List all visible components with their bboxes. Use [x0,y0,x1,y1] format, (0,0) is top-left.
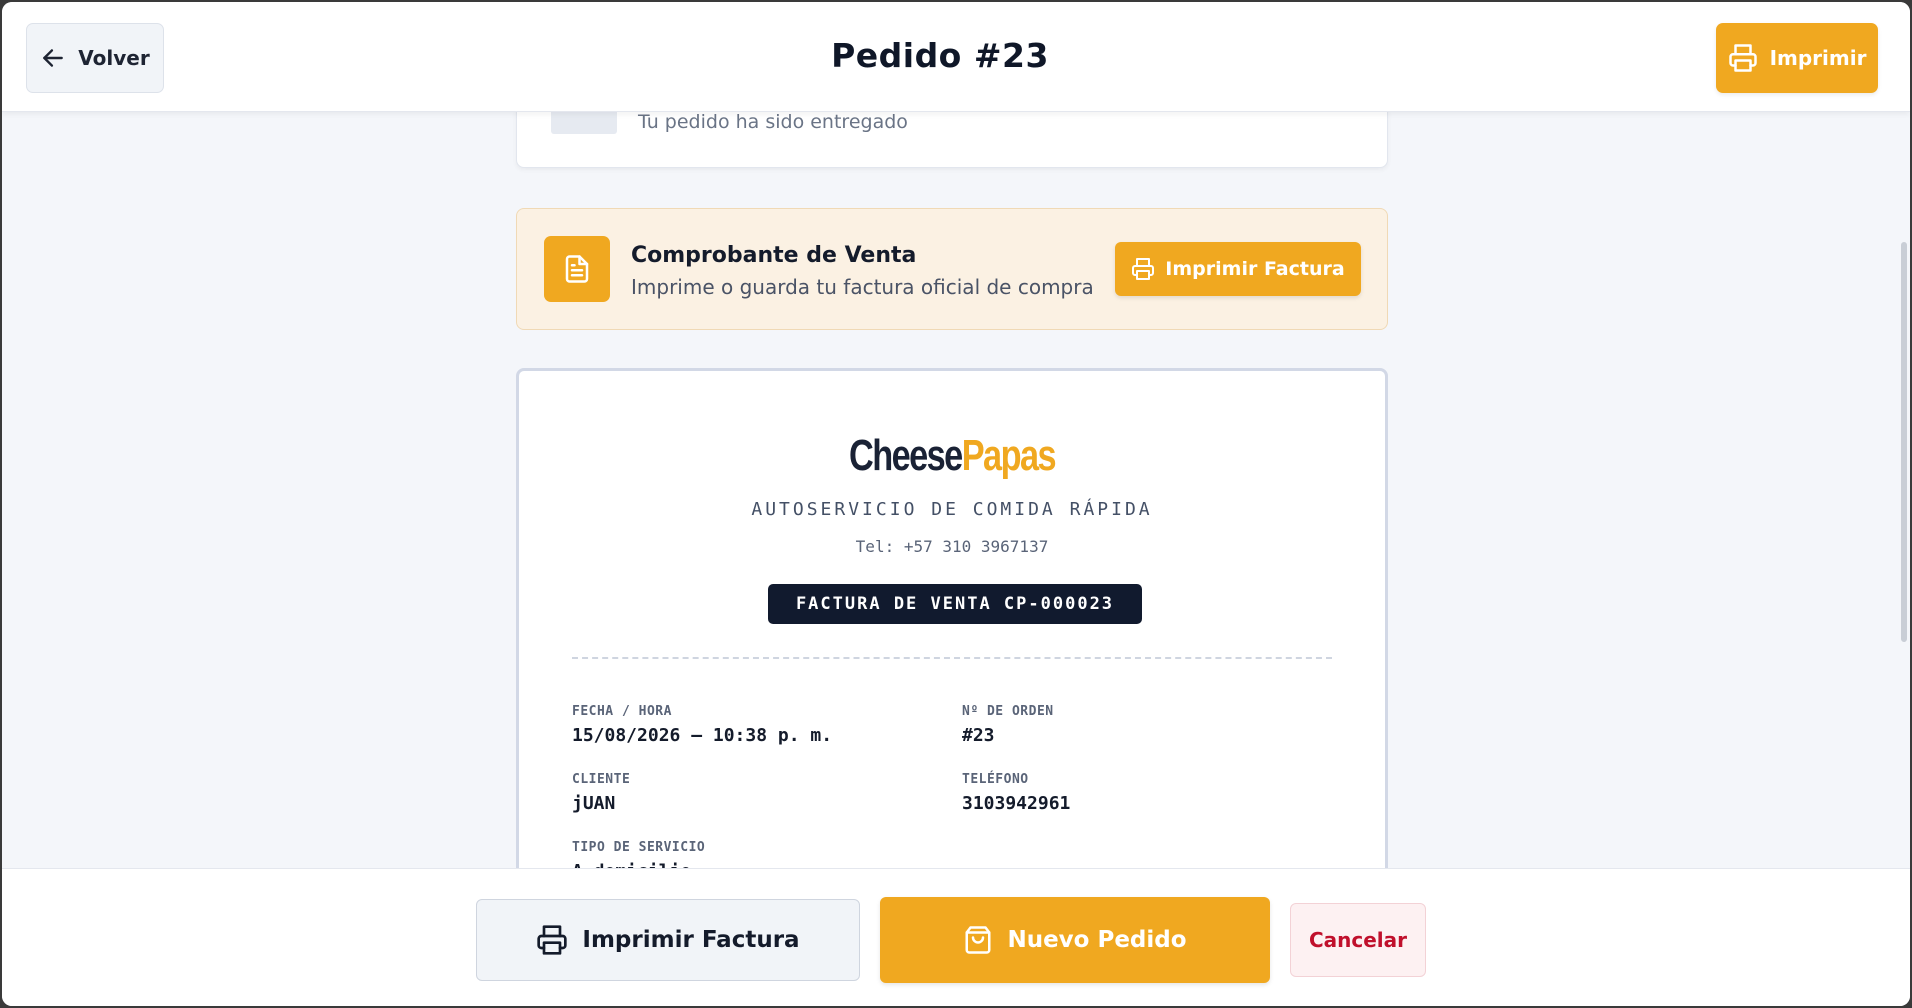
scrollbar[interactable] [1901,242,1907,642]
app-window: Tu pedido ha sido entregado Comprobante … [2,2,1910,1006]
footer-print-label: Imprimir Factura [582,927,800,953]
print-label: Imprimir [1769,46,1867,70]
top-header: Volver Pedido #23 Imprimir [2,2,1910,112]
printer-icon [1132,258,1155,280]
brand-logo-part2: Papas [961,431,1057,480]
new-order-button[interactable]: Nuevo Pedido [880,897,1270,983]
shopping-bag-icon [965,926,991,954]
printer-icon [1728,44,1757,72]
order-number-label: Nº DE ORDEN [962,704,1054,719]
business-phone: Tel: +57 310 3967137 [855,537,1049,556]
invoice-number-badge: FACTURA DE VENTA CP-000023 [768,584,1142,624]
printer-icon [537,925,568,955]
order-number-value: #23 [962,725,995,746]
service-type-label: TIPO DE SERVICIO [572,840,706,855]
dashed-divider [572,657,1332,659]
voucher-card: Comprobante de Venta Imprime o guarda tu… [516,208,1388,330]
print-invoice-button[interactable]: Imprimir Factura [1115,242,1361,296]
cancel-button[interactable]: Cancelar [1290,903,1426,977]
print-button[interactable]: Imprimir [1716,23,1878,93]
brand-logo-part1: Cheese [848,431,963,480]
footer-print-invoice-button[interactable]: Imprimir Factura [476,899,860,981]
date-time-label: FECHA / HORA [572,704,672,719]
invoice-receipt: CheesePapas AUTOSERVICIO DE COMIDA RÁPID… [516,368,1388,928]
customer-label: CLIENTE [572,772,631,787]
status-message: Tu pedido ha sido entregado [638,111,908,133]
customer-value: jUAN [572,793,616,814]
voucher-subtitle: Imprime o guarda tu factura oficial de c… [631,275,1094,299]
brand-logo: CheesePapas [614,431,1289,481]
page-title: Pedido #23 [831,36,1049,75]
footer-action-bar: Imprimir Factura Nuevo Pedido Cancelar [2,868,1910,1006]
document-icon [544,236,610,302]
phone-label: TELÉFONO [962,772,1029,787]
business-tagline: AUTOSERVICIO DE COMIDA RÁPIDA [751,499,1153,520]
print-invoice-label: Imprimir Factura [1165,258,1345,280]
phone-value: 3103942961 [962,793,1071,814]
date-time-value: 15/08/2026 — 10:38 p. m. [572,725,833,746]
new-order-label: Nuevo Pedido [1007,927,1187,953]
voucher-title: Comprobante de Venta [631,243,917,268]
